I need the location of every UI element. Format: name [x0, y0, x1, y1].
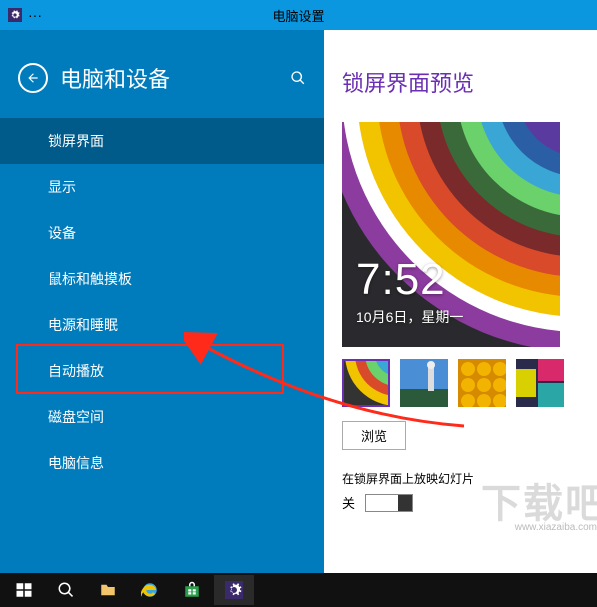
menu-label: 显示: [48, 179, 76, 195]
toggle-state-label: 关: [342, 493, 355, 512]
sidebar-title: 电脑和设备: [60, 62, 290, 94]
taskbar-search[interactable]: [46, 575, 86, 605]
gear-icon[interactable]: [8, 8, 22, 22]
thumbnail-3[interactable]: [458, 359, 506, 407]
store-icon: [183, 581, 201, 599]
sidebar-item-lockscreen[interactable]: 锁屏界面: [0, 118, 324, 164]
folder-icon: [99, 581, 117, 599]
back-arrow-icon: [26, 71, 40, 85]
menu-label: 电源和睡眠: [48, 317, 118, 333]
menu-label: 自动播放: [48, 363, 104, 379]
taskbar-ie[interactable]: [130, 575, 170, 605]
window-title: 电脑设置: [272, 6, 324, 25]
menu-label: 鼠标和触摸板: [48, 271, 132, 287]
sidebar: 电脑和设备 锁屏界面 显示 设备 鼠标和触摸板 电源和睡眠 自动播放 磁盘空间 …: [0, 30, 324, 573]
sidebar-menu: 锁屏界面 显示 设备 鼠标和触摸板 电源和睡眠 自动播放 磁盘空间 电脑信息: [0, 118, 324, 486]
menu-label: 锁屏界面: [48, 133, 104, 149]
title-bar: ··· 电脑设置: [0, 0, 597, 30]
sidebar-item-pcinfo[interactable]: 电脑信息: [0, 440, 324, 486]
settings-icon: [225, 581, 243, 599]
content-title: 锁屏界面预览: [342, 66, 579, 98]
wallpaper-thumbnails: [342, 359, 579, 407]
search-icon: [290, 70, 306, 86]
preview-time: 7:52: [356, 255, 446, 305]
search-button[interactable]: [290, 70, 306, 86]
thumbnail-2[interactable]: [400, 359, 448, 407]
search-taskbar-icon: [57, 581, 75, 599]
sidebar-item-display[interactable]: 显示: [0, 164, 324, 210]
browse-label: 浏览: [361, 429, 387, 444]
menu-label: 电脑信息: [48, 455, 104, 471]
content-pane: 锁屏界面预览 7:52: [324, 30, 597, 573]
taskbar-explorer[interactable]: [88, 575, 128, 605]
more-icon[interactable]: ···: [28, 7, 42, 23]
taskbar-settings[interactable]: [214, 575, 254, 605]
thumbnail-1[interactable]: [342, 359, 390, 407]
sidebar-header: 电脑和设备: [0, 50, 324, 118]
back-button[interactable]: [18, 63, 48, 93]
menu-label: 设备: [48, 225, 76, 241]
taskbar: [0, 573, 597, 607]
slideshow-toggle[interactable]: [365, 494, 413, 512]
sidebar-item-mouse[interactable]: 鼠标和触摸板: [0, 256, 324, 302]
sidebar-item-power[interactable]: 电源和睡眠: [0, 302, 324, 348]
windows-start-icon: [15, 581, 33, 599]
preview-date: 10月6日，星期一: [356, 307, 463, 327]
ie-icon: [141, 581, 159, 599]
slideshow-label: 在锁屏界面上放映幻灯片: [342, 470, 579, 487]
browse-button[interactable]: 浏览: [342, 421, 406, 450]
start-button[interactable]: [4, 575, 44, 605]
sidebar-item-devices[interactable]: 设备: [0, 210, 324, 256]
slideshow-row: 关: [342, 493, 579, 512]
watermark-url: www.xiazaiba.com: [515, 522, 597, 533]
taskbar-store[interactable]: [172, 575, 212, 605]
menu-label: 磁盘空间: [48, 409, 104, 425]
lockscreen-preview: 7:52 10月6日，星期一: [342, 122, 560, 347]
sidebar-item-autoplay[interactable]: 自动播放: [0, 348, 324, 394]
toggle-knob: [398, 495, 412, 511]
sidebar-item-disk[interactable]: 磁盘空间: [0, 394, 324, 440]
thumbnail-4[interactable]: [516, 359, 564, 407]
